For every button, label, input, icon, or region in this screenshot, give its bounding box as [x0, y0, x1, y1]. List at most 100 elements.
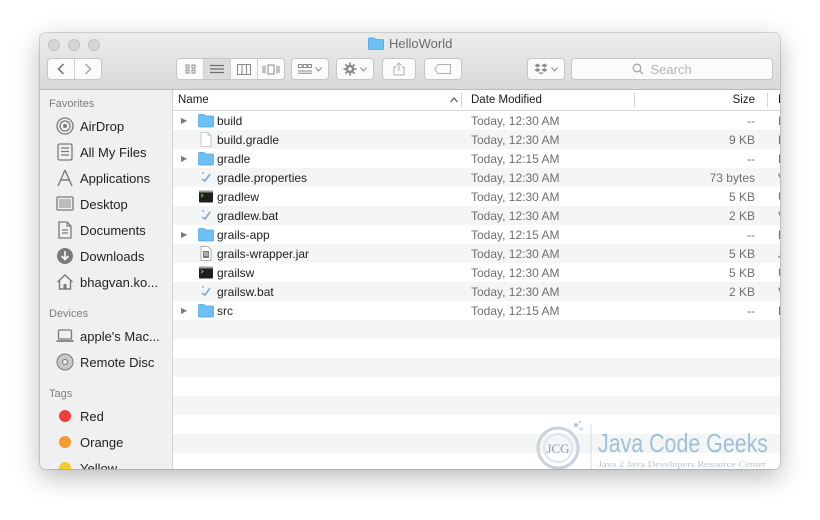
cover-flow-button[interactable]	[258, 59, 284, 79]
sidebar-item-remote-disc[interactable]: Remote Disc	[56, 351, 154, 373]
sidebar-item-all-my-files[interactable]: All My Files	[56, 141, 146, 163]
file-date-modified: Today, 12:30 AM	[471, 284, 560, 299]
folder-icon	[198, 304, 214, 318]
file-row[interactable]: gradlew.bat Today, 12:30 AM 2 KB Visual...	[173, 206, 780, 225]
file-row[interactable]: ▶ src Today, 12:15 AM -- Folder	[173, 301, 780, 320]
share-button[interactable]	[382, 58, 416, 80]
red-tag-dot	[59, 410, 71, 422]
file-row[interactable]: gradlew Today, 12:30 AM 5 KB Unix e...	[173, 187, 780, 206]
file-date-modified: Today, 12:30 AM	[471, 189, 560, 204]
sidebar-item-downloads[interactable]: Downloads	[56, 245, 144, 267]
column-name-header[interactable]: Name	[178, 90, 458, 110]
sidebar-tag-red[interactable]: Red	[56, 405, 104, 427]
icon-view-button[interactable]	[177, 59, 204, 79]
sidebar-item-applications[interactable]: Applications	[56, 167, 150, 189]
forward-button[interactable]	[75, 59, 101, 79]
back-button[interactable]	[48, 59, 75, 79]
search-field[interactable]	[571, 58, 773, 80]
dropbox-icon	[534, 63, 548, 75]
file-size: 73 bytes	[709, 170, 755, 185]
disclosure-triangle-icon[interactable]: ▶	[181, 301, 187, 320]
watermark-logo: JCG Java Code Geeks Java 2 Java Develope…	[536, 420, 768, 469]
empty-row	[173, 358, 780, 377]
column-date-header[interactable]: Date Modified	[471, 90, 631, 110]
sidebar-tag-orange[interactable]: Orange	[56, 431, 123, 453]
applications-icon	[56, 169, 74, 187]
file-row[interactable]: build.gradle Today, 12:30 AM 9 KB Docume	[173, 130, 780, 149]
terminal-icon	[199, 190, 213, 203]
column-kind-header[interactable]: Kind	[778, 90, 780, 110]
file-size: --	[747, 113, 755, 128]
sidebar-heading-devices: Devices	[49, 308, 89, 320]
cover-flow-icon	[262, 64, 280, 74]
file-size: 9 KB	[728, 132, 755, 147]
file-size: 5 KB	[728, 265, 755, 280]
list-view-button[interactable]	[204, 59, 231, 79]
minimize-button[interactable]	[68, 39, 80, 51]
file-date-modified: Today, 12:30 AM	[471, 246, 560, 261]
edit-tags-button[interactable]	[424, 58, 462, 80]
gear-icon	[343, 62, 357, 76]
watermark-logo-text: JCG	[546, 441, 569, 456]
file-name: build	[217, 113, 243, 128]
file-row[interactable]: grailsw.bat Today, 12:30 AM 2 KB Visual...	[173, 282, 780, 301]
sidebar-item-label: AirDrop	[80, 118, 125, 134]
list-icon	[210, 64, 224, 74]
sidebar-item-label: Desktop	[80, 196, 128, 212]
disclosure-triangle-icon[interactable]: ▶	[181, 225, 187, 244]
file-kind: Docume	[778, 130, 780, 149]
sidebar-item-desktop[interactable]: Desktop	[56, 193, 128, 215]
action-button[interactable]	[336, 58, 374, 80]
grid-icon	[185, 64, 195, 74]
arrange-button[interactable]	[291, 58, 329, 80]
empty-row	[173, 377, 780, 396]
all-files-icon	[56, 143, 74, 161]
sidebar-item-documents[interactable]: Documents	[56, 219, 146, 241]
file-row[interactable]: ▶ gradle Today, 12:15 AM -- Folder	[173, 149, 780, 168]
sidebar-item-label: All My Files	[80, 144, 147, 160]
yellow-tag-dot	[59, 462, 71, 469]
sidebar-item-label: Orange	[80, 434, 124, 450]
visual-studio-code-icon	[201, 285, 211, 297]
close-button[interactable]	[48, 39, 60, 51]
file-row[interactable]: grailsw Today, 12:30 AM 5 KB Unix e...	[173, 263, 780, 282]
sidebar-item-label: Remote Disc	[80, 354, 155, 370]
downloads-icon	[56, 247, 74, 265]
file-row[interactable]: gradle.properties Today, 12:30 AM 73 bytes…	[173, 168, 780, 187]
arrange-icon	[298, 64, 312, 74]
disclosure-triangle-icon[interactable]: ▶	[181, 111, 187, 130]
disclosure-triangle-icon[interactable]: ▶	[181, 149, 187, 168]
column-size-header[interactable]: Size	[635, 90, 755, 110]
visual-studio-code-icon	[201, 171, 211, 183]
document-icon	[200, 132, 212, 147]
column-view-button[interactable]	[231, 59, 258, 79]
sidebar-heading-favorites: Favorites	[49, 98, 95, 110]
sidebar-tag-yellow[interactable]: Yellow	[56, 457, 117, 469]
file-name: grails-wrapper.jar	[217, 246, 310, 261]
file-kind: Unix e...	[778, 187, 780, 206]
finder-window: HelloWorld Search Favorites AirDrop All …	[40, 33, 780, 469]
jar-file-icon	[200, 246, 212, 261]
folder-icon	[368, 37, 384, 50]
home-icon	[56, 273, 74, 291]
file-kind: Folder	[778, 225, 780, 244]
zoom-button[interactable]	[88, 39, 100, 51]
watermark-brand: Java Code Geeks	[598, 428, 768, 458]
sidebar-item-airdrop[interactable]: AirDrop	[56, 115, 124, 137]
file-size: --	[747, 303, 755, 318]
folder-icon	[198, 228, 214, 242]
dropbox-button[interactable]	[527, 58, 565, 80]
file-row[interactable]: ▶ grails-app Today, 12:15 AM -- Folder	[173, 225, 780, 244]
file-kind: Visual...	[778, 206, 780, 225]
sidebar-item-home[interactable]: bhagvan.ko...	[56, 271, 158, 293]
file-row[interactable]: grails-wrapper.jar Today, 12:30 AM 5 KB Jav…	[173, 244, 780, 263]
terminal-icon	[199, 266, 213, 279]
file-row[interactable]: ▶ build Today, 12:30 AM -- Folder	[173, 111, 780, 130]
file-name: gradle.properties	[217, 170, 308, 185]
desktop-icon	[56, 195, 74, 213]
file-name: grailsw.bat	[217, 284, 274, 299]
chevron-right-icon	[84, 63, 92, 75]
sidebar-item-label: Yellow	[80, 460, 118, 470]
sidebar-item-mac[interactable]: apple's Mac...	[56, 325, 160, 347]
search-input[interactable]	[648, 60, 713, 78]
